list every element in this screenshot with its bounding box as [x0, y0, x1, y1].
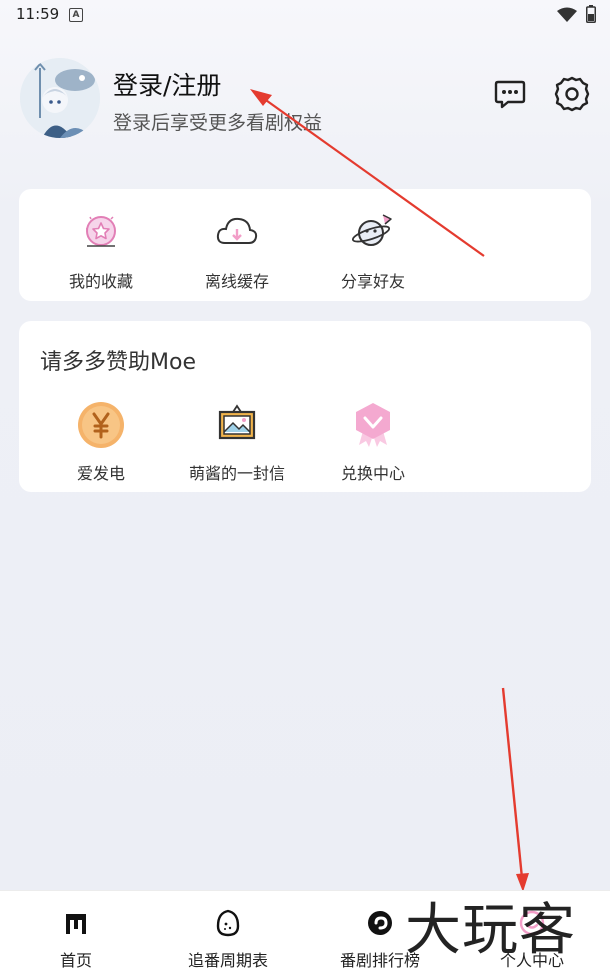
picture-frame-icon: [218, 404, 256, 440]
home-m-icon: [66, 914, 86, 934]
battery-icon: [586, 5, 596, 23]
yen-coin-icon: [78, 402, 124, 448]
favorites-button[interactable]: 我的收藏: [41, 209, 161, 292]
login-subtitle: 登录后享受更多看剧权益: [113, 112, 323, 134]
tab-schedule[interactable]: 追番周期表: [152, 891, 304, 977]
share-friends-label: 分享好友: [340, 272, 405, 291]
share-friends-button[interactable]: 分享好友: [313, 209, 433, 292]
sponsor-title: 请多多赞助Moe: [40, 350, 196, 375]
status-time: 11:59: [16, 5, 60, 23]
wifi-icon: [557, 7, 577, 22]
offline-cache-button[interactable]: 离线缓存: [177, 209, 297, 292]
avatar[interactable]: [20, 58, 100, 138]
tab-home[interactable]: 首页: [0, 891, 152, 977]
watermark-logo: 大玩客: [405, 898, 576, 963]
status-bar: 11:59 A: [0, 0, 610, 30]
offline-cache-label: 离线缓存: [204, 272, 269, 291]
login-register-link[interactable]: 登录/注册: [113, 66, 221, 102]
quick-actions-card: 我的收藏 离线缓存 分享好友: [19, 189, 591, 301]
swirl-icon: [368, 911, 392, 935]
ribbon-badge-icon: [356, 403, 390, 447]
moe-letter-label: 萌酱的一封信: [188, 464, 285, 483]
sponsor-card: 请多多赞助Moe 爱发电 萌酱的一封信 兑换中心: [19, 321, 591, 492]
redeem-center-button[interactable]: 兑换中心: [313, 401, 433, 484]
planet-share-icon: [351, 214, 392, 246]
settings-gear-icon[interactable]: [553, 75, 591, 113]
arrow-to-profile-tab: [501, 687, 529, 892]
star-badge-icon: [86, 216, 116, 247]
tab-home-label: 首页: [59, 951, 92, 970]
egg-icon: [216, 909, 240, 937]
notification-a-icon: A: [69, 8, 83, 22]
favorites-label: 我的收藏: [68, 272, 133, 291]
message-icon[interactable]: [492, 76, 528, 112]
anime-avatar-icon: [20, 58, 100, 138]
tab-schedule-label: 追番周期表: [187, 951, 268, 970]
cloud-download-icon: [216, 217, 258, 244]
redeem-center-label: 兑换中心: [340, 464, 405, 483]
moe-letter-button[interactable]: 萌酱的一封信: [177, 401, 297, 484]
afdian-button[interactable]: 爱发电: [41, 401, 161, 484]
afdian-label: 爱发电: [76, 464, 125, 483]
